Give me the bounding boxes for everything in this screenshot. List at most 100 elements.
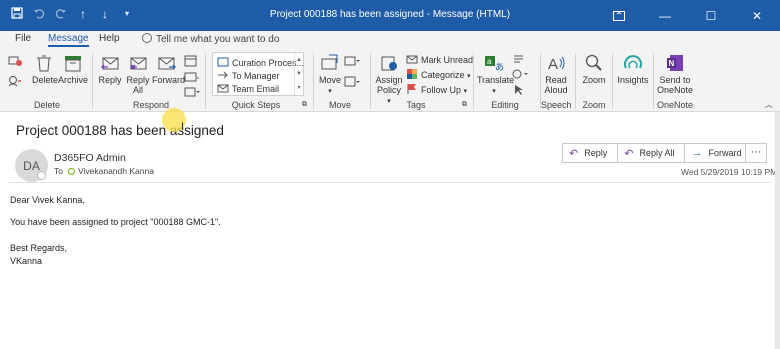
message-subject: Project 000188 has been assigned — [16, 123, 224, 138]
scrollbar-track[interactable] — [775, 112, 780, 349]
separator — [575, 53, 576, 109]
translate-button[interactable]: aあ Translate ▾ — [477, 54, 515, 97]
group-label-delete: Delete — [33, 100, 60, 110]
insights-label: Insights — [617, 75, 649, 85]
minimize-button[interactable]: — — [642, 0, 688, 31]
svg-text:A: A — [548, 56, 558, 72]
rules-icon[interactable] — [344, 55, 360, 69]
archive-button[interactable]: Archive — [58, 54, 88, 85]
separator — [653, 53, 654, 109]
group-label-move: Move — [328, 100, 351, 110]
group-label-tags: Tags — [406, 100, 426, 110]
team-email-icon — [217, 84, 229, 93]
read-aloud-icon: A — [548, 56, 565, 72]
more-respond-icon[interactable] — [184, 87, 200, 99]
ignore-icon[interactable] — [8, 55, 22, 69]
separator — [612, 53, 613, 109]
dialog-launcher-icon[interactable]: ⧉ — [302, 100, 307, 110]
presence-status-icon — [37, 171, 46, 180]
arrow-right-icon — [218, 71, 228, 79]
archive-icon — [65, 56, 81, 72]
reply-all-action-label: Reply All — [639, 148, 675, 158]
follow-up-button[interactable]: Follow Up ▾ — [406, 83, 467, 95]
separator — [92, 53, 93, 109]
window-controls: — ☐ ✕ — [596, 0, 780, 31]
translate-icon: aあ — [485, 56, 504, 72]
mark-unread-button[interactable]: Mark Unread — [406, 53, 473, 65]
move-button[interactable]: Move ▾ — [318, 54, 342, 97]
group-label-speech: Speech — [541, 100, 572, 110]
maximize-button[interactable]: ☐ — [688, 0, 734, 31]
follow-up-label: Follow Up — [421, 85, 462, 95]
to-line: To Vivekanandh Kanna — [54, 166, 154, 176]
reply-action-label: Reply — [584, 148, 608, 158]
reply-all-button[interactable]: Reply All — [125, 54, 151, 95]
header-divider — [9, 182, 771, 183]
svg-text:あ: あ — [495, 62, 504, 72]
separator — [205, 53, 206, 109]
body-line-1: You have been assigned to project "00018… — [10, 217, 221, 227]
im-reply-icon[interactable] — [184, 72, 200, 86]
dialog-launcher-icon[interactable]: ⧉ — [462, 100, 467, 110]
separator — [370, 53, 371, 109]
categorize-icon — [407, 69, 417, 79]
tell-me-search[interactable]: Tell me what you want to do — [142, 33, 279, 45]
quick-step-icon — [217, 57, 229, 67]
tab-help[interactable]: Help — [99, 33, 120, 44]
quick-steps-scroll[interactable]: ▲ ▼ ▾ — [294, 53, 303, 95]
quick-step-curation[interactable]: Curation Proces... — [217, 56, 304, 68]
tab-file[interactable]: File — [15, 33, 31, 44]
ribbon-display-icon[interactable] — [596, 0, 642, 31]
quick-steps-gallery: Curation Proces... To Manager Team Email… — [212, 52, 304, 96]
junk-icon[interactable] — [8, 75, 22, 89]
quick-step-team-email[interactable]: Team Email — [217, 82, 279, 94]
reply-all-label-2: All — [132, 85, 143, 95]
group-label-respond: Respond — [132, 100, 170, 110]
select-icon[interactable] — [512, 68, 530, 82]
reply-button[interactable]: Reply — [97, 54, 123, 85]
delete-button[interactable]: Delete — [32, 54, 58, 85]
reply-all-action-button[interactable]: ↶ Reply All — [617, 143, 686, 163]
assign-policy-button[interactable]: Assign Policy ▾ — [375, 54, 403, 107]
group-label-zoom: Zoom — [582, 100, 606, 110]
reply-action-button[interactable]: ↶ Reply — [562, 143, 619, 163]
forward-action-button[interactable]: → Forward — [684, 143, 753, 163]
send-to-onenote-button[interactable]: N Send to OneNote — [657, 54, 693, 95]
zoom-icon — [585, 54, 602, 71]
zoom-label: Zoom — [582, 75, 606, 85]
find-icon[interactable] — [513, 53, 527, 67]
group-label-editing: Editing — [491, 100, 519, 110]
quick-step-to-manager[interactable]: To Manager — [217, 69, 280, 81]
more-actions-button[interactable]: ··· — [745, 143, 767, 163]
zoom-button[interactable]: Zoom — [580, 54, 608, 85]
insights-icon — [624, 55, 642, 69]
translate-label: Translate — [477, 75, 515, 85]
reply-icon — [101, 57, 119, 70]
delete-icon — [37, 55, 51, 72]
quick-step-label: Team Email — [232, 84, 280, 94]
meeting-reply-icon[interactable] — [184, 55, 198, 69]
collapse-ribbon-icon[interactable]: ︿ — [765, 100, 773, 110]
envelope-icon — [406, 55, 418, 64]
forward-action-label: Forward — [708, 148, 742, 158]
actions-icon[interactable] — [344, 76, 360, 90]
read-aloud-button[interactable]: A Read Aloud — [543, 54, 569, 95]
assign-label-2: Policy — [376, 85, 401, 95]
close-button[interactable]: ✕ — [734, 0, 780, 31]
forward-arrow-icon: → — [691, 147, 703, 159]
forward-button[interactable]: Forward — [152, 54, 185, 85]
recipient-presence-icon — [67, 168, 75, 175]
forward-icon — [158, 57, 176, 70]
reply-all-label-1: Reply — [126, 75, 150, 85]
categorize-button[interactable]: Categorize ▾ — [406, 68, 471, 80]
recipient-name[interactable]: Vivekanandh Kanna — [78, 166, 154, 176]
insights-button[interactable]: Insights — [616, 54, 650, 85]
pointer-icon[interactable] — [513, 84, 525, 98]
reply-all-arrow-icon: ↶ — [624, 147, 634, 160]
onenote-icon: N — [667, 55, 683, 71]
tab-message[interactable]: Message — [48, 33, 89, 47]
separator — [313, 53, 314, 109]
quick-step-label: To Manager — [232, 71, 280, 81]
body-closing: Best Regards, — [10, 243, 68, 253]
sender-name[interactable]: D365FO Admin — [54, 152, 126, 164]
